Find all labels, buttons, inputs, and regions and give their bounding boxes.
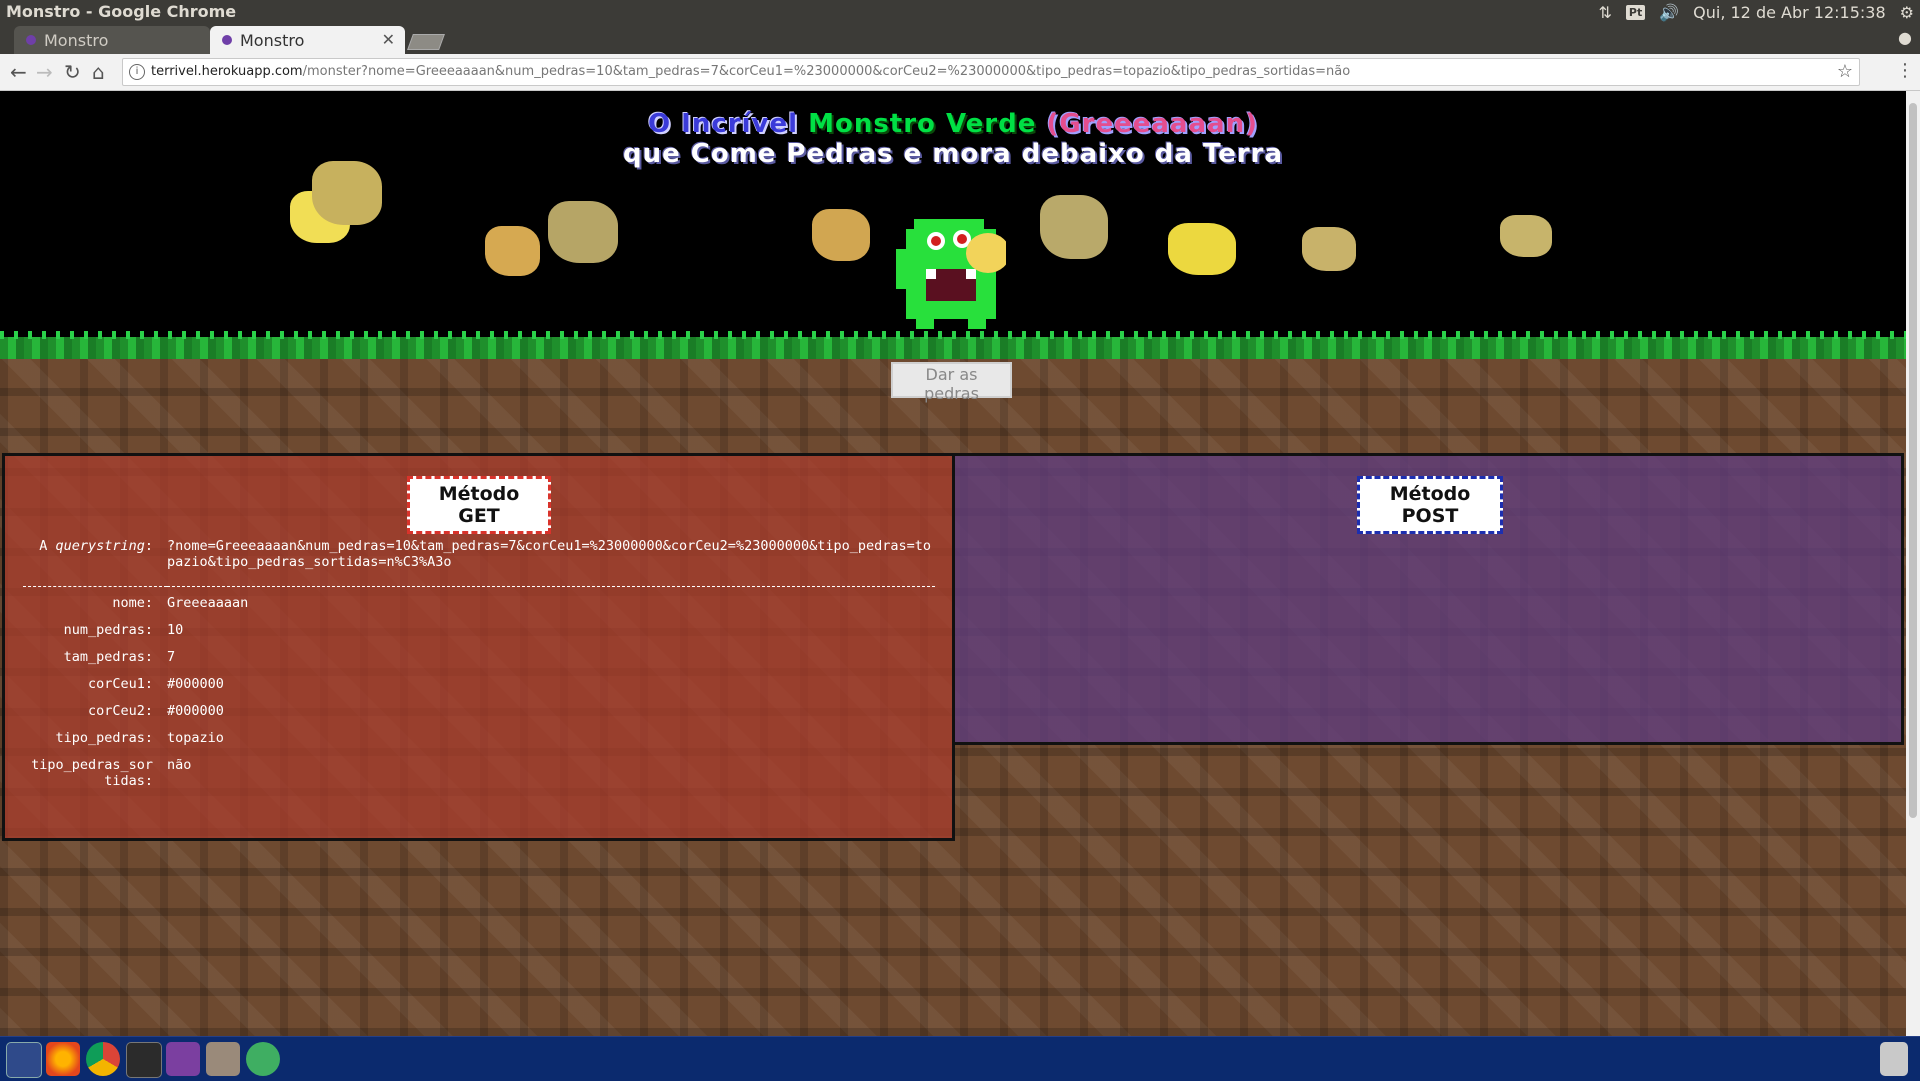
param-row: nome: Greeeaaaan: [23, 587, 935, 623]
volume-icon[interactable]: 🔊: [1659, 3, 1679, 22]
title-line-2: que Come Pedras e mora debaixo da Terra: [622, 139, 1284, 169]
network-icon[interactable]: ⇅: [1598, 3, 1611, 22]
param-value: não: [167, 757, 192, 773]
favicon-icon: [222, 35, 232, 45]
forward-arrow-icon[interactable]: →: [36, 60, 53, 84]
querystring-value: ?nome=Greeeaaaan&num_pedras=10&tam_pedra…: [167, 538, 932, 570]
chrome-icon[interactable]: [86, 1042, 120, 1076]
os-taskbar: [0, 1036, 1920, 1081]
divider: [23, 574, 935, 587]
param-key: corCeu2:: [87, 703, 153, 719]
settings-gear-icon[interactable]: ⚙: [1900, 3, 1914, 22]
param-key: nome:: [112, 595, 153, 611]
app-icon[interactable]: [246, 1042, 280, 1076]
reload-icon[interactable]: ↻: [64, 60, 81, 84]
address-bar[interactable]: i terrivel.herokuapp.com/monster?nome=Gre…: [122, 58, 1860, 86]
url-path: /monster?nome=Greeeaaaan&num_pedras=10&t…: [302, 64, 1351, 79]
page-content: O Incrível Monstro Verde (Greeeaaaan) qu…: [0, 91, 1906, 1036]
param-row: tipo_pedras: topazio: [23, 730, 935, 757]
site-info-icon[interactable]: i: [129, 63, 145, 80]
page-scrollbar[interactable]: [1906, 91, 1920, 1036]
title-part-name: (Greeeaaaan): [1046, 109, 1258, 139]
scrollbar-thumb[interactable]: [1909, 103, 1917, 818]
trash-icon[interactable]: [1880, 1042, 1908, 1076]
tab-monstro-2[interactable]: Monstro ✕: [210, 26, 405, 54]
title-part-incrivel: O Incrível: [648, 109, 799, 139]
param-row: corCeu2: #000000: [23, 703, 935, 730]
green-monster: [896, 219, 1006, 329]
stone-icon: [1040, 195, 1108, 259]
tab-strip: Monstro Monstro ✕: [0, 24, 1920, 54]
terminal-icon[interactable]: [126, 1042, 162, 1078]
param-value: 10: [167, 622, 184, 638]
grass-strip: [0, 331, 1906, 359]
give-stones-button[interactable]: Dar as pedras: [891, 362, 1012, 403]
bookmark-star-icon[interactable]: ☆: [1837, 59, 1853, 85]
param-row: tipo_pedras_sortidas: não: [23, 757, 935, 800]
stone-icon: [812, 209, 870, 261]
param-row: corCeu1: #000000: [23, 676, 935, 703]
param-key: tipo_pedras_sortidas:: [31, 757, 153, 789]
post-method-panel: Método POST: [952, 453, 1904, 745]
get-method-panel: Método GET A querystring: ?nome=Greeeaaa…: [2, 453, 955, 841]
new-tab-button[interactable]: [407, 34, 445, 50]
firefox-icon[interactable]: [46, 1042, 80, 1076]
param-key: tipo_pedras:: [55, 730, 153, 746]
url-host: terrivel.herokuapp.com: [151, 64, 303, 79]
keyboard-layout-indicator[interactable]: Pt: [1625, 4, 1646, 20]
param-value: topazio: [167, 730, 224, 746]
tab-monstro-1[interactable]: Monstro: [14, 26, 210, 54]
clock[interactable]: Qui, 12 de Abr 12:15:38: [1693, 3, 1886, 22]
media-icon[interactable]: [166, 1042, 200, 1076]
get-params-table: A querystring: ?nome=Greeeaaaan&num_pedr…: [23, 538, 935, 800]
get-panel-title: Método GET: [407, 476, 551, 534]
stone-icon: [1302, 227, 1356, 271]
stone-icon: [1500, 215, 1552, 257]
param-row: tam_pedras: 7: [23, 649, 935, 676]
post-panel-title: Método POST: [1357, 476, 1503, 534]
window-title: Monstro - Google Chrome: [6, 2, 237, 21]
param-value: #000000: [167, 676, 224, 692]
close-tab-icon[interactable]: ✕: [382, 30, 395, 49]
stone-icon: [312, 161, 382, 225]
querystring-label: A querystring:: [39, 538, 153, 554]
param-value: #000000: [167, 703, 224, 719]
home-icon[interactable]: ⌂: [92, 60, 105, 84]
stone-icon: [1168, 223, 1236, 275]
ubuntu-icon[interactable]: [6, 1042, 42, 1078]
browser-menu-icon[interactable]: ⋮: [1896, 60, 1914, 81]
stone-icon: [548, 201, 618, 263]
param-key: num_pedras:: [63, 622, 153, 638]
favicon-icon: [26, 35, 36, 45]
page-title: O Incrível Monstro Verde (Greeeaaaan) qu…: [0, 109, 1906, 169]
back-arrow-icon[interactable]: ←: [10, 60, 27, 84]
param-key: corCeu1:: [87, 676, 153, 692]
param-value: Greeeaaaan: [167, 595, 249, 611]
tab-label: Monstro: [240, 30, 305, 50]
title-part-monstro: Monstro Verde: [808, 109, 1037, 139]
profile-icon[interactable]: ●: [1898, 28, 1912, 47]
querystring-row: A querystring: ?nome=Greeeaaaan&num_pedr…: [23, 538, 935, 574]
files-icon[interactable]: [206, 1042, 240, 1076]
param-value: 7: [167, 649, 176, 665]
stone-icon: [485, 226, 540, 276]
tab-label: Monstro: [44, 30, 109, 50]
param-row: num_pedras: 10: [23, 622, 935, 649]
os-top-bar: Monstro - Google Chrome ⇅ Pt 🔊 Qui, 12 d…: [0, 0, 1920, 24]
browser-toolbar: ← → ↻ ⌂ i terrivel.herokuapp.com/monster?…: [0, 54, 1920, 91]
param-key: tam_pedras:: [63, 649, 153, 665]
